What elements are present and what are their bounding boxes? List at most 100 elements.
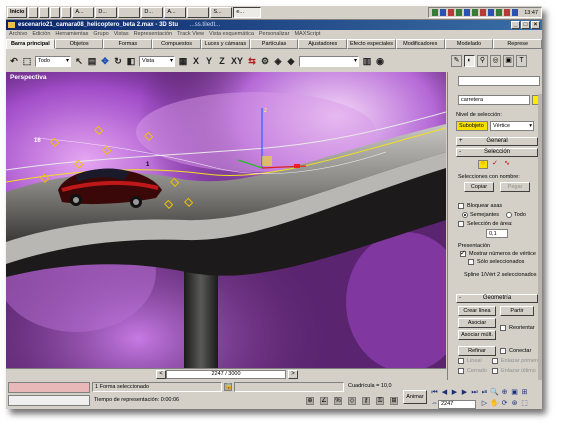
menu-herramientas[interactable]: Herramientas xyxy=(55,30,88,39)
field-of-view-icon[interactable]: ▷ xyxy=(480,400,489,408)
animate-button[interactable]: Animar xyxy=(403,390,427,404)
taskbar-button[interactable] xyxy=(50,7,61,18)
menu-grupo[interactable]: Grupo xyxy=(93,30,108,39)
bind-last-checkbox[interactable] xyxy=(492,368,498,374)
object-name-input[interactable]: carretera xyxy=(458,95,530,105)
start-button[interactable]: Inicio xyxy=(7,7,28,18)
panel-scrollbar[interactable] xyxy=(538,94,542,380)
move-icon[interactable]: ✥ xyxy=(100,55,110,67)
rotate-icon[interactable]: ↻ xyxy=(113,55,123,67)
spinner-snap-icon[interactable]: ◇ xyxy=(348,397,356,405)
tab-particulas[interactable]: Partículas xyxy=(249,39,299,49)
rollout-general[interactable]: + General xyxy=(456,137,538,146)
filter-icon[interactable]: ⊞ xyxy=(390,397,398,405)
selection-filter-select[interactable]: Todo xyxy=(35,55,71,67)
axis-x-button[interactable]: X xyxy=(191,55,201,67)
bind-first-checkbox[interactable] xyxy=(492,358,498,364)
spline-mode-icon[interactable]: ∿ xyxy=(502,160,512,169)
menu-personalizar[interactable]: Personalizar xyxy=(259,30,290,39)
go-to-start-icon[interactable]: ⏮ xyxy=(430,389,439,397)
menu-vistas[interactable]: Vistas xyxy=(114,30,129,39)
tab-objetos[interactable]: Objetos xyxy=(54,39,104,49)
taskbar-button[interactable]: A... xyxy=(72,7,95,18)
tab-barra-principal[interactable]: Barra principal xyxy=(6,39,55,49)
menu-edicion[interactable]: Edición xyxy=(32,30,50,39)
tab-luces-camaras[interactable]: Luces y cámaras xyxy=(200,39,250,49)
mirror-icon[interactable]: ⇆ xyxy=(247,55,257,67)
hierarchy-tab-icon[interactable]: ⚲ xyxy=(477,55,488,67)
menu-representacion[interactable]: Representación xyxy=(134,30,173,39)
object-name-field[interactable] xyxy=(458,76,540,86)
tray-icon[interactable] xyxy=(440,9,447,16)
window-titlebar[interactable]: escenario21_camara08_helicoptero_beta 2.… xyxy=(6,20,542,30)
tab-formas[interactable]: Formas xyxy=(103,39,153,49)
percent-snap-icon[interactable]: % xyxy=(334,397,342,405)
time-prev-button[interactable]: < xyxy=(156,370,166,379)
maxscript-listener-top[interactable] xyxy=(8,382,90,393)
refine-button[interactable]: Refinar xyxy=(458,346,496,356)
tray-icon[interactable] xyxy=(448,9,455,16)
zoom-extents-all-icon[interactable]: ⊞ xyxy=(520,389,529,397)
copy-button[interactable]: Copiar xyxy=(464,182,494,192)
pan-icon[interactable]: ✋ xyxy=(490,400,499,408)
tab-compuestos[interactable]: Compuestos xyxy=(152,39,201,49)
create-tab-icon[interactable]: ✎ xyxy=(451,55,462,67)
menu-track-view[interactable]: Track View xyxy=(177,30,204,39)
render-icon[interactable]: ◉ xyxy=(375,55,385,67)
tray-icon[interactable] xyxy=(504,9,511,16)
taskbar-button[interactable] xyxy=(118,7,141,18)
all-radio[interactable] xyxy=(506,212,512,218)
key-icon[interactable]: ⚷ xyxy=(362,397,370,405)
tray-icon[interactable] xyxy=(464,9,471,16)
viewport-label[interactable]: Perspectiva xyxy=(10,74,47,81)
select-region-icon[interactable]: ⬚ xyxy=(22,55,32,67)
tab-ajustadores[interactable]: Ajustadores xyxy=(298,39,348,49)
tray-icon[interactable] xyxy=(480,9,487,16)
create-line-button[interactable]: Crear línea xyxy=(458,306,496,316)
show-vertex-numbers-checkbox[interactable] xyxy=(460,249,466,257)
display-tab-icon[interactable]: ▣ xyxy=(503,55,514,67)
material-icon[interactable]: ◆ xyxy=(286,55,296,67)
time-next-button[interactable]: > xyxy=(288,370,298,379)
tab-represe[interactable]: Represe xyxy=(493,39,542,49)
tray-icon[interactable] xyxy=(432,9,439,16)
tray-icon[interactable] xyxy=(496,9,503,16)
orbit-icon[interactable]: ⟳ xyxy=(500,400,509,408)
taskbar-button[interactable]: A... xyxy=(164,7,187,18)
tray-icon[interactable] xyxy=(472,9,479,16)
play-icon[interactable]: ▶ xyxy=(450,389,459,397)
next-frame-icon[interactable]: ▶ xyxy=(460,389,469,397)
connect-checkbox[interactable] xyxy=(500,348,506,354)
only-selected-checkbox[interactable] xyxy=(468,259,474,265)
rollout-selection[interactable]: - Selección xyxy=(456,148,538,157)
closed-checkbox[interactable] xyxy=(458,368,464,374)
similar-radio[interactable] xyxy=(462,212,468,218)
taskbar-button[interactable] xyxy=(187,7,210,18)
undo-icon[interactable]: ↶ xyxy=(9,55,19,67)
go-to-end-icon[interactable]: ⏭ xyxy=(470,389,479,397)
menu-archivo[interactable]: Archivo xyxy=(9,30,27,39)
lock-selection-icon[interactable]: 🔒 xyxy=(224,383,232,391)
tab-efectos[interactable]: Efecto especiales xyxy=(347,39,396,49)
menu-maxscript[interactable]: MAXScript xyxy=(294,30,320,39)
key-mode-icon[interactable]: ⚿ xyxy=(376,397,384,405)
area-select-spinner[interactable]: 0,1 xyxy=(486,229,508,238)
align-icon[interactable]: ◈ xyxy=(273,55,283,67)
taskbar-button-active[interactable]: e... xyxy=(233,7,262,18)
tray-icon[interactable] xyxy=(456,9,463,16)
lock-handles-checkbox[interactable] xyxy=(458,203,464,209)
attach-button[interactable]: Asociar xyxy=(458,318,496,328)
select-by-name-icon[interactable]: ▤ xyxy=(87,55,97,67)
tray-icon[interactable] xyxy=(488,9,495,16)
arc-rotate-icon[interactable]: ⊛ xyxy=(510,400,519,408)
minimize-button[interactable]: _ xyxy=(511,21,520,29)
sub-object-button[interactable]: Subobjeto xyxy=(456,121,488,131)
current-frame-input[interactable]: 2247 xyxy=(438,400,476,409)
tab-modificadores[interactable]: Modificadores xyxy=(395,39,445,49)
tab-modelado[interactable]: Modelado xyxy=(444,39,494,49)
modify-tab-icon[interactable]: ◐ xyxy=(464,55,475,67)
coord-field[interactable] xyxy=(234,382,344,392)
zoom-all-icon[interactable]: ⊕ xyxy=(500,389,509,397)
sub-object-select[interactable]: Vértice xyxy=(490,121,534,131)
taskbar-button[interactable] xyxy=(61,7,72,18)
